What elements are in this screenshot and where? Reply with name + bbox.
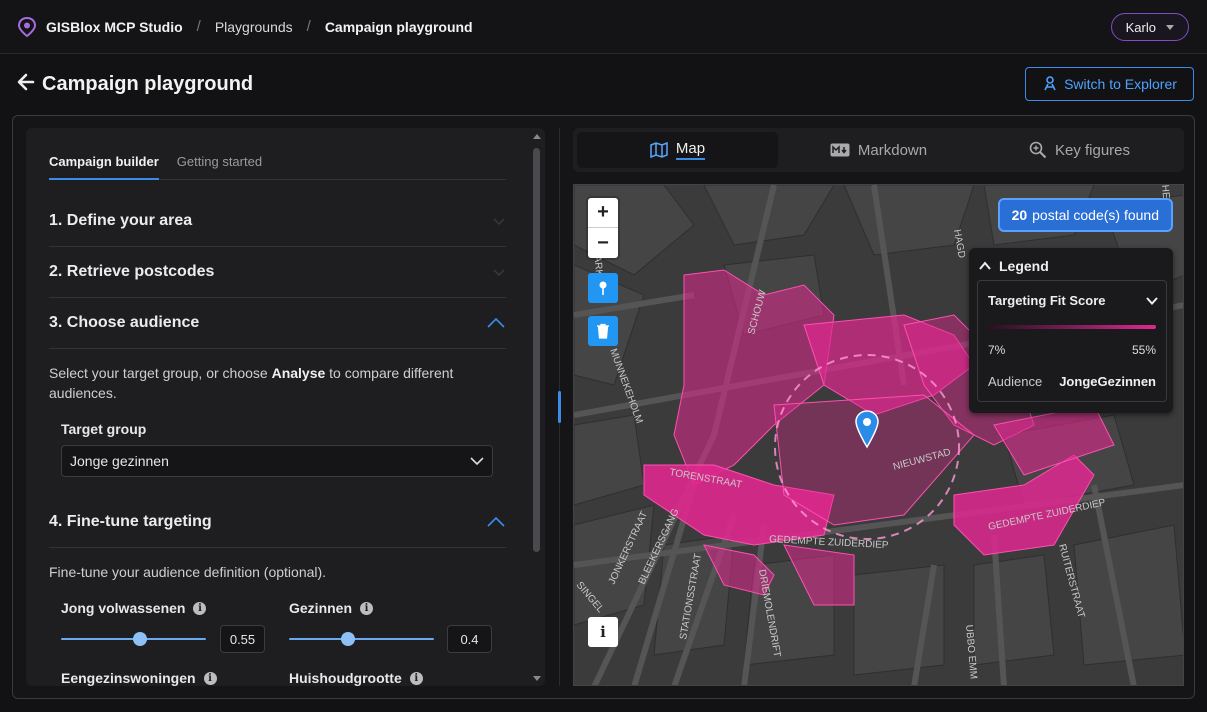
breadcrumb-current: Campaign playground xyxy=(324,18,473,35)
postal-codes-found-badge[interactable]: 20 postal code(s) found xyxy=(997,198,1173,232)
scroll-down-icon[interactable] xyxy=(533,676,541,681)
trash-icon xyxy=(597,323,609,339)
audience-description: Select your target group, or choose Anal… xyxy=(49,365,454,401)
map-canvas[interactable]: MUNNEKEHOLM SCHOUW TORENSTRAAT GEDEMPTE … xyxy=(573,184,1184,686)
campaign-builder-panel: Campaign builder Getting started 1. Defi… xyxy=(26,128,545,686)
view-tabs: Map Markdown Key figures xyxy=(573,128,1184,172)
zoom-in-button[interactable]: + xyxy=(588,198,618,228)
draw-marker-button[interactable] xyxy=(588,273,618,303)
main-frame: Campaign builder Getting started 1. Defi… xyxy=(12,115,1195,699)
breadcrumb-separator: / xyxy=(306,18,311,35)
target-group-label: Target group xyxy=(61,421,147,437)
user-menu-button[interactable]: Karlo xyxy=(1110,13,1189,41)
chevron-down-icon xyxy=(493,269,505,277)
explorer-button-label: Switch to Explorer xyxy=(1064,76,1177,92)
tab-markdown[interactable]: Markdown xyxy=(778,132,979,168)
info-icon[interactable]: i xyxy=(203,671,217,685)
slider-jong-volwassenen[interactable] xyxy=(61,632,206,646)
delete-button[interactable] xyxy=(588,316,618,346)
chevron-down-icon xyxy=(1146,296,1158,305)
map-legend: Legend Targeting Fit Score 7% 55% Audien… xyxy=(969,248,1173,413)
top-bar: GISBlox MCP Studio / Playgrounds / Campa… xyxy=(0,0,1207,54)
slider-thumb[interactable] xyxy=(133,632,148,646)
scroll-up-icon[interactable] xyxy=(533,134,541,139)
section-choose-audience[interactable]: 3. Choose audience xyxy=(49,298,506,349)
slider-gezinnen[interactable] xyxy=(289,632,434,646)
info-icon[interactable]: i xyxy=(193,601,207,615)
zoom-controls: + − xyxy=(588,198,618,258)
label-huishoudgrootte: Huishoudgrootte i xyxy=(289,670,423,686)
value-gezinnen[interactable]: 0.4 xyxy=(447,625,492,653)
user-name: Karlo xyxy=(1125,19,1156,35)
scrollbar-thumb[interactable] xyxy=(533,148,540,552)
zoom-out-button[interactable]: − xyxy=(588,228,618,258)
section-title: 1. Define your area xyxy=(49,212,193,229)
tab-key-figures[interactable]: Key figures xyxy=(979,132,1180,168)
marker-icon xyxy=(599,281,607,295)
value-jong-volwassenen[interactable]: 0.55 xyxy=(220,625,265,653)
legend-max: 55% xyxy=(1131,343,1156,357)
legend-content: Targeting Fit Score 7% 55% Audience Jong… xyxy=(977,280,1167,402)
chevron-up-icon xyxy=(979,261,991,270)
target-group-value: Jonge gezinnen xyxy=(70,453,169,469)
chevron-down-icon xyxy=(470,457,484,466)
legend-toggle[interactable]: Legend xyxy=(979,258,1049,274)
chevron-up-icon xyxy=(487,516,505,527)
legend-min: 7% xyxy=(988,343,1006,357)
label-eengezinswoningen: Eengezinswoningen i xyxy=(61,670,217,686)
section-define-area[interactable]: 1. Define your area xyxy=(49,196,506,247)
markdown-icon xyxy=(830,143,850,157)
logo-icon xyxy=(16,16,38,38)
resize-handle[interactable] xyxy=(558,391,561,423)
legend-gradient xyxy=(988,325,1156,329)
finetune-description: Fine-tune your audience definition (opti… xyxy=(49,564,327,580)
tab-getting-started[interactable]: Getting started xyxy=(177,150,262,180)
breadcrumb-playgrounds[interactable]: Playgrounds xyxy=(215,19,293,35)
zoom-search-icon xyxy=(1029,141,1047,159)
chevron-down-icon xyxy=(1166,24,1174,30)
audience-label: Audience xyxy=(988,374,1043,389)
audience-value: JongeGezinnen xyxy=(1059,374,1156,389)
back-arrow-icon[interactable] xyxy=(16,72,36,97)
breadcrumb-separator: / xyxy=(196,18,201,35)
section-retrieve-postcodes[interactable]: 2. Retrieve postcodes xyxy=(49,247,506,298)
section-fine-tune[interactable]: 4. Fine-tune targeting xyxy=(49,497,506,548)
target-group-select[interactable]: Jonge gezinnen xyxy=(61,445,493,477)
map-icon xyxy=(650,142,668,158)
chevron-down-icon xyxy=(493,218,505,226)
slider-label-jong-volwassenen: Jong volwassenen i xyxy=(61,600,207,616)
slider-thumb[interactable] xyxy=(341,632,356,646)
tab-map[interactable]: Map xyxy=(577,132,778,168)
section-title: 2. Retrieve postcodes xyxy=(49,263,215,280)
map-info-button[interactable]: i xyxy=(588,617,618,647)
found-text: postal code(s) found xyxy=(1032,207,1159,223)
section-title: 3. Choose audience xyxy=(49,314,200,331)
info-icon[interactable]: i xyxy=(409,671,423,685)
builder-tabs: Campaign builder Getting started xyxy=(49,150,506,180)
tab-campaign-builder[interactable]: Campaign builder xyxy=(49,150,159,180)
section-title: 4. Fine-tune targeting xyxy=(49,513,212,530)
found-count: 20 xyxy=(1011,207,1028,223)
explorer-icon xyxy=(1042,75,1058,94)
brand-name[interactable]: GISBlox MCP Studio xyxy=(46,19,183,35)
slider-label-gezinnen: Gezinnen i xyxy=(289,600,374,616)
info-icon[interactable]: i xyxy=(360,601,374,615)
panel-scrollbar[interactable] xyxy=(532,134,541,682)
page-title: Campaign playground xyxy=(42,72,254,95)
legend-metric-select[interactable]: Targeting Fit Score xyxy=(988,293,1158,308)
switch-to-explorer-button[interactable]: Switch to Explorer xyxy=(1025,67,1194,101)
page-header: Campaign playground xyxy=(16,66,253,102)
chevron-up-icon xyxy=(487,317,505,328)
